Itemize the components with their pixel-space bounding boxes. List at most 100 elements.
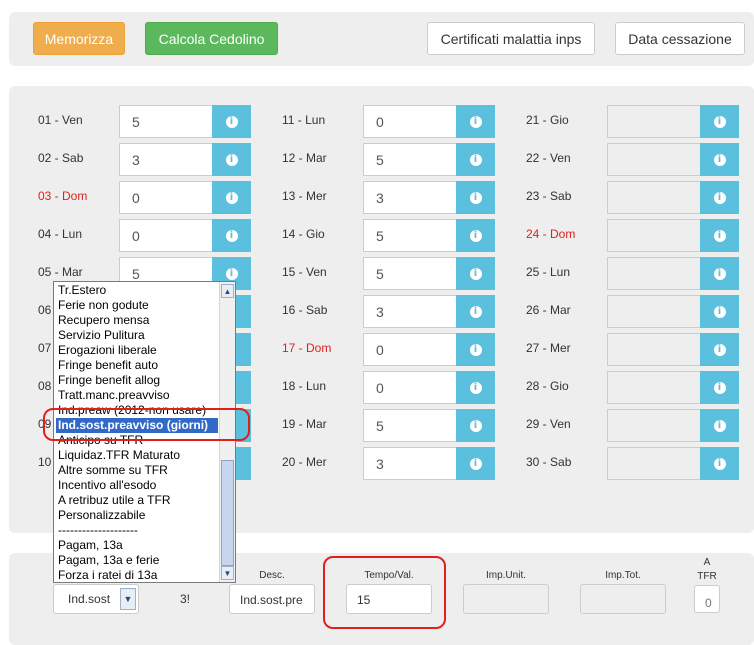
listbox-option[interactable]: -------------------- <box>58 523 138 538</box>
day-input-02[interactable]: 3 <box>119 143 213 176</box>
day-input-20[interactable]: 3 <box>363 447 457 480</box>
day-label-18: 18 - Lun <box>282 379 327 393</box>
info-icon: i <box>469 381 482 394</box>
day-input-16[interactable]: 3 <box>363 295 457 328</box>
info-button-29[interactable]: i <box>700 409 739 442</box>
day-label-28: 28 - Gio <box>526 379 569 393</box>
info-button-26[interactable]: i <box>700 295 739 328</box>
day-input-30[interactable] <box>607 447 701 480</box>
info-icon: i <box>713 153 726 166</box>
info-icon: i <box>469 191 482 204</box>
scroll-up-icon[interactable]: ▲ <box>221 284 234 298</box>
day-input-11[interactable]: 0 <box>363 105 457 138</box>
info-button-02[interactable]: i <box>212 143 251 176</box>
info-button-11[interactable]: i <box>456 105 495 138</box>
listbox-option[interactable]: A retribuz utile a TFR <box>58 493 171 508</box>
day-label-05: 05 - Mar <box>38 265 83 279</box>
info-button-17[interactable]: i <box>456 333 495 366</box>
info-button-28[interactable]: i <box>700 371 739 404</box>
info-button-01[interactable]: i <box>212 105 251 138</box>
listbox-option[interactable]: Recupero mensa <box>58 313 149 328</box>
info-button-03[interactable]: i <box>212 181 251 214</box>
info-icon: i <box>225 115 238 128</box>
day-input-23[interactable] <box>607 181 701 214</box>
info-button-21[interactable]: i <box>700 105 739 138</box>
listbox-option[interactable]: Ferie non godute <box>58 298 149 313</box>
item-type-select-value: Ind.sost <box>68 592 111 606</box>
info-button-04[interactable]: i <box>212 219 251 252</box>
day-input-12[interactable]: 5 <box>363 143 457 176</box>
day-input-19[interactable]: 5 <box>363 409 457 442</box>
chevron-down-icon[interactable]: ▼ <box>120 588 136 610</box>
tfr-field[interactable]: 0 <box>694 585 720 613</box>
day-input-17[interactable]: 0 <box>363 333 457 366</box>
day-input-22[interactable] <box>607 143 701 176</box>
listbox-option[interactable]: Pagam, 13a <box>58 538 123 553</box>
listbox-option[interactable]: Liquidaz.TFR Maturato <box>58 448 180 463</box>
day-input-01[interactable]: 5 <box>119 105 213 138</box>
info-icon: i <box>469 343 482 356</box>
info-button-14[interactable]: i <box>456 219 495 252</box>
total-amount-field <box>580 584 666 614</box>
total-amount-label: Imp.Tot. <box>605 570 641 581</box>
info-button-13[interactable]: i <box>456 181 495 214</box>
day-label-27: 27 - Mer <box>526 341 571 355</box>
day-label-13: 13 - Mer <box>282 189 327 203</box>
inps-certificates-button[interactable]: Certificati malattia inps <box>427 22 595 55</box>
day-input-29[interactable] <box>607 409 701 442</box>
info-button-23[interactable]: i <box>700 181 739 214</box>
listbox-option[interactable]: Fringe benefit auto <box>58 358 158 373</box>
info-button-20[interactable]: i <box>456 447 495 480</box>
day-label-12: 12 - Mar <box>282 151 327 165</box>
listbox-option[interactable]: Tratt.manc.preavviso <box>58 388 170 403</box>
day-input-03[interactable]: 0 <box>119 181 213 214</box>
day-label-02: 02 - Sab <box>38 151 84 165</box>
day-input-15[interactable]: 5 <box>363 257 457 290</box>
day-label-01: 01 - Ven <box>38 113 83 127</box>
day-input-24[interactable] <box>607 219 701 252</box>
day-input-25[interactable] <box>607 257 701 290</box>
day-input-18[interactable]: 0 <box>363 371 457 404</box>
desc-label: Desc. <box>259 570 285 581</box>
info-button-22[interactable]: i <box>700 143 739 176</box>
listbox-option[interactable]: Forza i ratei di 13a <box>58 568 157 582</box>
day-input-14[interactable]: 5 <box>363 219 457 252</box>
info-button-18[interactable]: i <box>456 371 495 404</box>
info-button-27[interactable]: i <box>700 333 739 366</box>
save-button[interactable]: Memorizza <box>33 22 125 55</box>
listbox-option[interactable]: Altre somme su TFR <box>58 463 168 478</box>
day-input-21[interactable] <box>607 105 701 138</box>
day-input-04[interactable]: 0 <box>119 219 213 252</box>
listbox-option[interactable]: Tr.Estero <box>58 283 106 298</box>
listbox-option[interactable]: Personalizzabile <box>58 508 145 523</box>
info-button-30[interactable]: i <box>700 447 739 480</box>
day-label-17: 17 - Dom <box>282 341 332 355</box>
item-type-select[interactable]: Ind.sost ▼ <box>53 584 139 614</box>
time-value-highlight <box>323 556 446 629</box>
info-button-15[interactable]: i <box>456 257 495 290</box>
info-button-16[interactable]: i <box>456 295 495 328</box>
info-button-19[interactable]: i <box>456 409 495 442</box>
day-input-13[interactable]: 3 <box>363 181 457 214</box>
info-icon: i <box>713 457 726 470</box>
desc-field[interactable]: Ind.sost.pre <box>229 584 315 614</box>
day-input-27[interactable] <box>607 333 701 366</box>
unit-amount-label: Imp.Unit. <box>485 570 526 581</box>
scroll-down-icon[interactable]: ▼ <box>221 566 234 580</box>
info-button-12[interactable]: i <box>456 143 495 176</box>
scroll-thumb[interactable] <box>221 460 234 566</box>
listbox-option[interactable]: Fringe benefit allog <box>58 373 160 388</box>
info-button-24[interactable]: i <box>700 219 739 252</box>
listbox-option[interactable]: Incentivo all'esodo <box>58 478 156 493</box>
info-icon: i <box>225 191 238 204</box>
listbox-option[interactable]: Pagam, 13a e ferie <box>58 553 159 568</box>
day-label-15: 15 - Ven <box>282 265 327 279</box>
listbox-option[interactable]: Erogazioni liberale <box>58 343 157 358</box>
end-date-button[interactable]: Data cessazione <box>615 22 745 55</box>
listbox-option[interactable]: Servizio Pulitura <box>58 328 145 343</box>
day-input-28[interactable] <box>607 371 701 404</box>
info-button-25[interactable]: i <box>700 257 739 290</box>
calculate-payslip-button[interactable]: Calcola Cedolino <box>145 22 278 55</box>
day-input-26[interactable] <box>607 295 701 328</box>
info-icon: i <box>713 419 726 432</box>
